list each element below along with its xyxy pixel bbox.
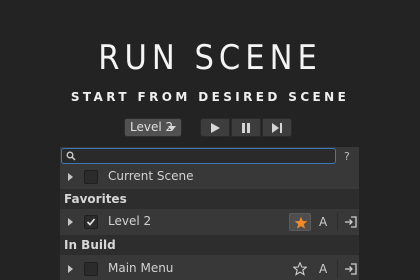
play-button[interactable] [200, 118, 230, 137]
section-header-in-build: In Build [60, 235, 359, 255]
list-item-label: Main Menu [108, 261, 174, 275]
checkbox[interactable] [84, 215, 98, 229]
expand-arrow-icon[interactable] [68, 173, 73, 181]
page-title: RUN SCENE [98, 38, 322, 78]
pause-button[interactable] [231, 118, 261, 137]
chevron-down-icon [168, 126, 176, 131]
checkmark-icon [86, 218, 96, 226]
expand-arrow-icon[interactable] [68, 218, 73, 226]
open-scene-button[interactable] [340, 260, 362, 278]
additive-load-button[interactable]: A [319, 215, 327, 229]
divider [337, 260, 338, 278]
additive-load-button[interactable]: A [319, 262, 327, 276]
checkbox[interactable] [84, 262, 98, 276]
favorite-button[interactable] [289, 260, 311, 278]
section-header-favorites: Favorites [60, 189, 359, 209]
search-input[interactable] [61, 148, 336, 164]
level-dropdown-label: Level 2 [130, 120, 174, 134]
open-scene-icon [345, 216, 357, 228]
open-scene-button[interactable] [340, 213, 362, 231]
star-outline-icon [293, 262, 307, 276]
search-icon [66, 151, 76, 161]
help-button[interactable]: ? [344, 150, 350, 163]
list-item-current-scene[interactable]: Current Scene [60, 166, 359, 188]
list-item-label: Level 2 [108, 214, 152, 228]
list-item-level-2[interactable]: Level 2 A [60, 211, 359, 233]
favorite-button[interactable] [289, 213, 311, 231]
section-header-label: Favorites [64, 192, 127, 206]
play-icon [211, 123, 220, 133]
divider [337, 213, 338, 231]
checkbox[interactable] [84, 170, 98, 184]
list-item-label: Current Scene [108, 169, 194, 183]
level-dropdown[interactable]: Level 2 [124, 118, 182, 137]
section-header-label: In Build [64, 238, 116, 252]
step-icon [272, 123, 282, 133]
expand-arrow-icon[interactable] [68, 265, 73, 273]
star-filled-icon [294, 216, 308, 229]
open-scene-icon [345, 263, 357, 275]
pause-icon [242, 123, 250, 133]
step-button[interactable] [262, 118, 292, 137]
list-item-main-menu[interactable]: Main Menu A [60, 258, 359, 280]
page-subtitle: START FROM DESIRED SCENE [70, 90, 350, 104]
